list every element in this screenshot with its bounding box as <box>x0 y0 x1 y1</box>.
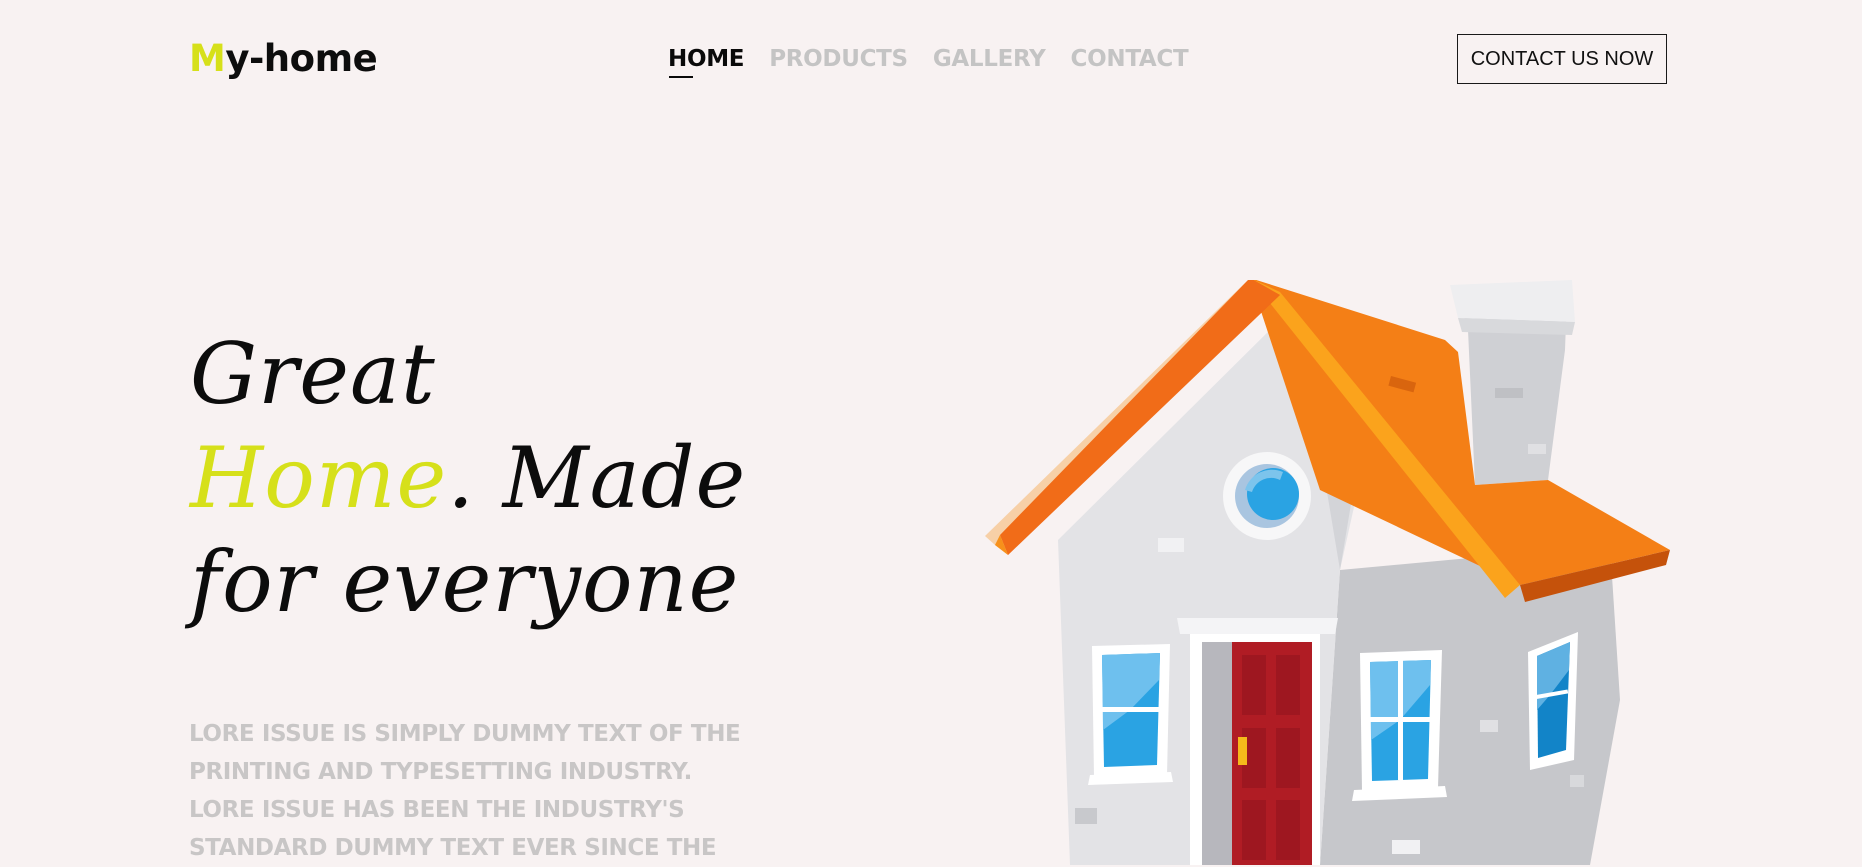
logo-text: y-home <box>225 37 378 80</box>
nav-item-home[interactable]: HOME <box>668 44 745 78</box>
nav-item-gallery[interactable]: GALLERY <box>933 44 1046 74</box>
main-nav: HOME PRODUCTS GALLERY CONTACT <box>668 44 1189 78</box>
nav-item-products[interactable]: PRODUCTS <box>769 44 908 74</box>
logo[interactable]: My-home <box>189 36 378 82</box>
house-illustration-icon <box>985 280 1670 865</box>
headline-accent-word: Home <box>190 429 448 527</box>
headline-line-3: for everyone <box>190 533 740 631</box>
logo-accent-letter: M <box>189 37 226 80</box>
contact-us-button[interactable]: CONTACT US NOW <box>1457 34 1667 84</box>
headline-line-2: Home. Made <box>190 426 746 530</box>
hero-description: LORE ISSUE IS SIMPLY DUMMY TEXT OF THE P… <box>189 721 741 861</box>
nav-item-contact[interactable]: CONTACT <box>1071 44 1189 74</box>
hero-headline: Great Home. Made for everyone <box>190 322 746 634</box>
headline-line-1: Great <box>190 325 436 423</box>
headline-line-2-rest: . Made <box>447 429 747 527</box>
